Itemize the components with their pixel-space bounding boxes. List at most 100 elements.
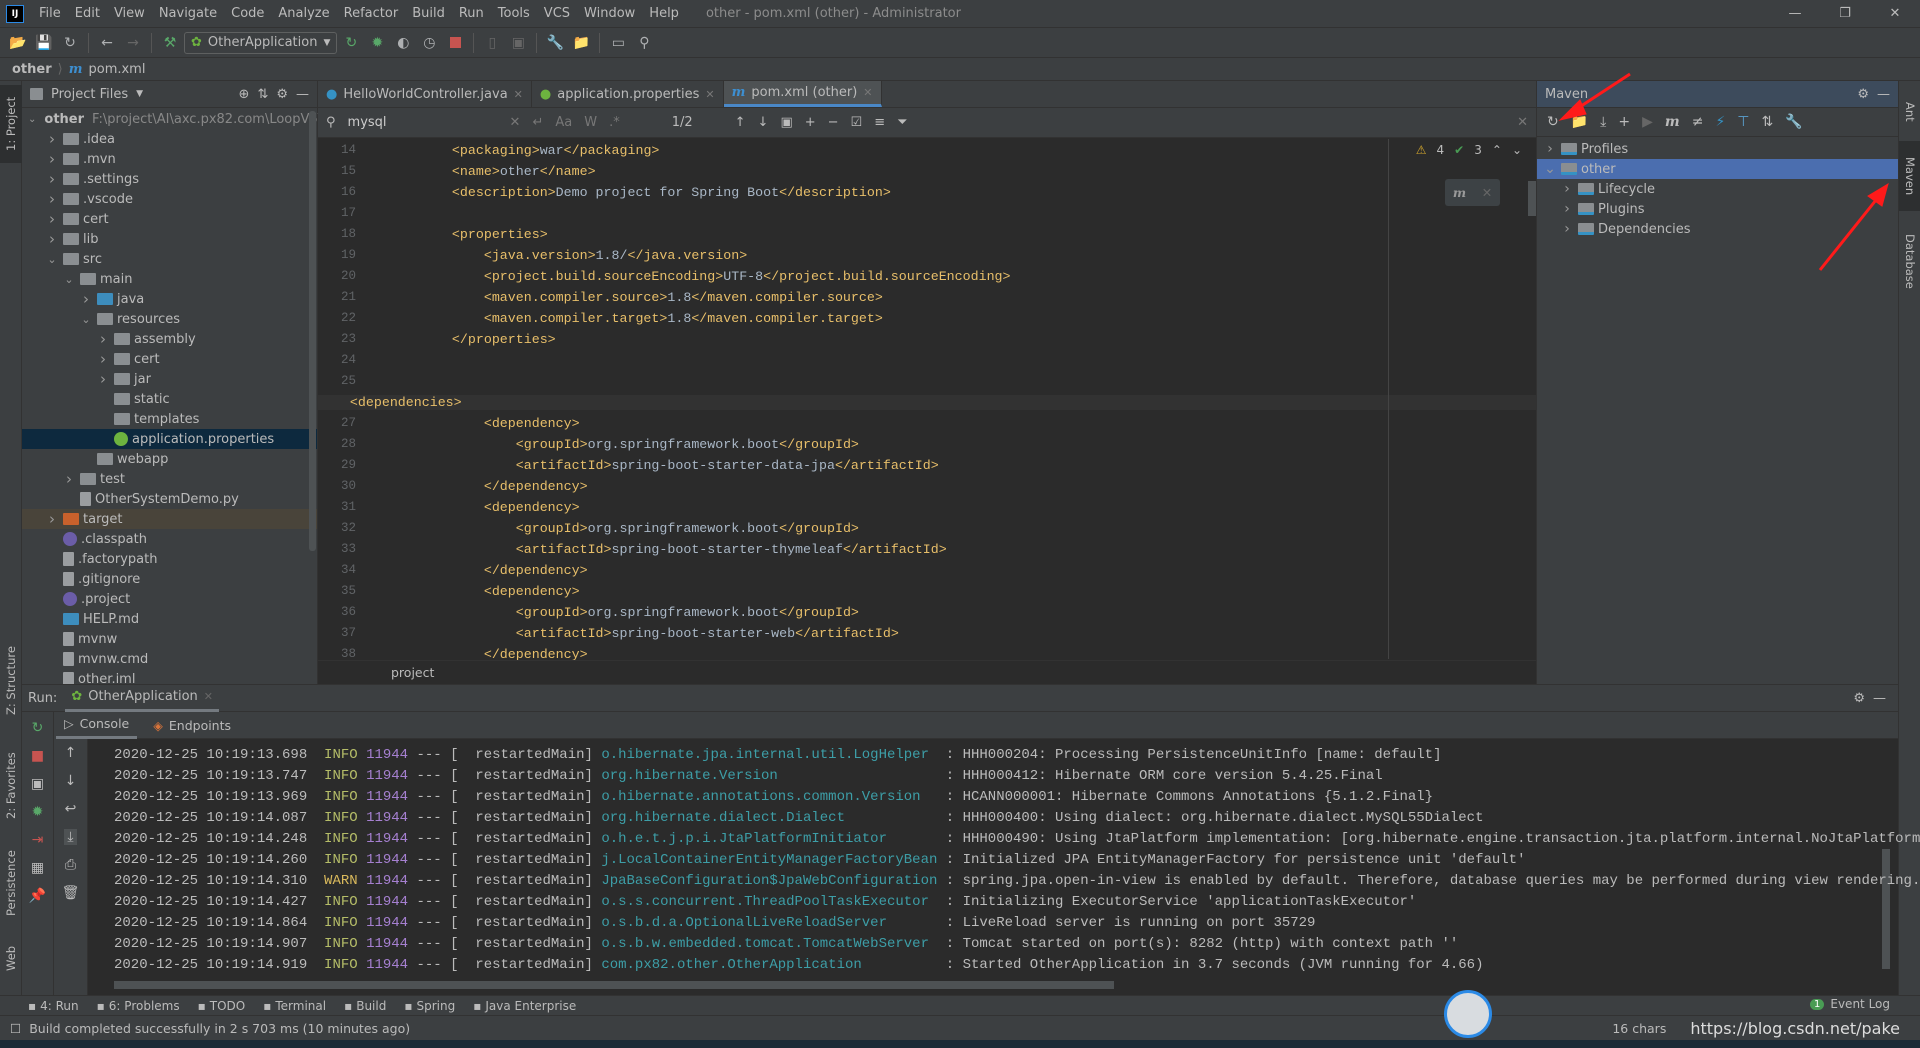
- hide-icon[interactable]: —: [1877, 87, 1890, 102]
- sdk-icon[interactable]: ▣: [506, 32, 530, 54]
- menu-analyze[interactable]: Analyze: [271, 6, 336, 21]
- chevron-right-icon[interactable]: ›: [45, 150, 59, 168]
- coverage-icon[interactable]: ◐: [391, 32, 415, 54]
- tree-item[interactable]: .factorypath: [22, 549, 309, 569]
- chevron-right-icon[interactable]: ›: [79, 290, 93, 308]
- tree-item[interactable]: › lib: [22, 229, 309, 249]
- tree-item[interactable]: mvnw.cmd: [22, 649, 309, 669]
- tree-item[interactable]: ⌄ src: [22, 249, 309, 269]
- skip-tests-icon[interactable]: ≠: [1692, 114, 1704, 130]
- add-icon[interactable]: +: [1618, 114, 1630, 130]
- console-v-scrollbar[interactable]: [1882, 849, 1890, 969]
- code-line[interactable]: <description>Demo project for Spring Boo…: [420, 185, 891, 200]
- scroll-up-icon[interactable]: ↑: [65, 745, 77, 761]
- layout-icon[interactable]: ▦: [31, 860, 44, 876]
- tree-item[interactable]: ⌄ main: [22, 269, 309, 289]
- code-line[interactable]: <dependency>: [420, 584, 580, 599]
- collapse-all-icon[interactable]: ⇅: [257, 87, 268, 102]
- code-line[interactable]: <dependency>: [420, 416, 580, 431]
- show-dependencies-icon[interactable]: ⊤: [1737, 114, 1749, 130]
- tool-tab-project[interactable]: 1: Project: [0, 85, 22, 163]
- chevron-right-icon[interactable]: ›: [1560, 201, 1574, 217]
- breadcrumb-project[interactable]: other: [12, 62, 52, 77]
- tool-button-terminal[interactable]: ▪ Terminal: [263, 999, 326, 1013]
- chevron-right-icon[interactable]: ›: [96, 350, 110, 368]
- tree-item[interactable]: webapp: [22, 449, 309, 469]
- tree-item[interactable]: application.properties: [22, 429, 317, 449]
- menu-help[interactable]: Help: [642, 6, 686, 21]
- tree-item[interactable]: › jar: [22, 369, 309, 389]
- chevron-right-icon[interactable]: ›: [45, 210, 59, 228]
- tool-button--run[interactable]: ▪ 4: Run: [28, 999, 79, 1013]
- chevron-right-icon[interactable]: ›: [1560, 181, 1574, 197]
- tree-item[interactable]: › java: [22, 289, 309, 309]
- hide-icon[interactable]: —: [1873, 691, 1886, 706]
- run-anything-icon[interactable]: ▭: [606, 32, 630, 54]
- build-hammer-icon[interactable]: ⚒: [158, 32, 182, 54]
- offline-icon[interactable]: ⚡: [1715, 114, 1725, 130]
- tree-item[interactable]: › .vscode: [22, 189, 309, 209]
- chevron-down-icon[interactable]: ⌄: [62, 273, 76, 286]
- menu-refactor[interactable]: Refactor: [337, 6, 406, 21]
- code-line[interactable]: <java.version>1.8/</java.version>: [420, 248, 747, 263]
- code-line[interactable]: <artifactId>spring-boot-starter-thymelea…: [420, 542, 947, 557]
- chevron-right-icon[interactable]: ›: [1560, 221, 1574, 237]
- screenshot-icon[interactable]: ▣: [31, 776, 44, 792]
- print-icon[interactable]: ⎙: [65, 857, 76, 873]
- status-toggle-icon[interactable]: ☐: [10, 1021, 21, 1036]
- tree-item[interactable]: .gitignore: [22, 569, 309, 589]
- menu-run[interactable]: Run: [452, 6, 491, 21]
- maven-tree-item[interactable]: › Lifecycle: [1537, 179, 1898, 199]
- stop-icon[interactable]: [443, 32, 467, 54]
- chevron-right-icon[interactable]: ›: [1543, 141, 1557, 157]
- chevron-down-icon[interactable]: ⌄: [45, 253, 59, 266]
- update-app-icon[interactable]: ✹: [32, 804, 44, 820]
- tool-tab-structure[interactable]: Z: Structure: [0, 641, 22, 721]
- code-line[interactable]: <artifactId>spring-boot-starter-web</art…: [420, 626, 899, 641]
- code-line[interactable]: <properties>: [420, 227, 548, 242]
- menu-build[interactable]: Build: [405, 6, 452, 21]
- sync-icon[interactable]: ↻: [58, 32, 82, 54]
- execute-goal-icon[interactable]: m: [1665, 114, 1680, 130]
- maven-tree-item[interactable]: › Profiles: [1537, 139, 1898, 159]
- generate-sources-icon[interactable]: 📁: [1571, 114, 1588, 130]
- code-area[interactable]: 14 <packaging>war</packaging> 15 <name>ot…: [318, 81, 1536, 684]
- debug-icon[interactable]: ✹: [365, 32, 389, 54]
- menu-vcs[interactable]: VCS: [537, 6, 577, 21]
- xml-breadcrumb-item[interactable]: project: [391, 665, 434, 680]
- stop-icon[interactable]: ■: [31, 748, 44, 764]
- event-log-button[interactable]: 1 Event Log: [1810, 997, 1890, 1011]
- close-icon[interactable]: ✕: [1482, 185, 1492, 200]
- code-line[interactable]: <groupId>org.springframework.boot</group…: [420, 521, 859, 536]
- device-icon[interactable]: ▯: [480, 32, 504, 54]
- maven-tree-item[interactable]: › Plugins: [1537, 199, 1898, 219]
- code-line[interactable]: <artifactId>spring-boot-starter-data-jpa…: [420, 458, 939, 473]
- profile-icon[interactable]: ◷: [417, 32, 441, 54]
- editor-scrollbar[interactable]: [1528, 181, 1536, 216]
- code-line[interactable]: <name>other</name>: [420, 164, 596, 179]
- maven-reload-popup[interactable]: m ✕: [1445, 179, 1500, 206]
- menu-window[interactable]: Window: [577, 6, 642, 21]
- chevron-right-icon[interactable]: ›: [45, 170, 59, 188]
- console-h-scrollbar[interactable]: [114, 981, 1114, 989]
- save-icon[interactable]: 💾: [32, 32, 56, 54]
- code-line[interactable]: <groupId>org.springframework.boot</group…: [420, 437, 859, 452]
- code-line[interactable]: <dependency>: [420, 500, 580, 515]
- code-line[interactable]: <maven.compiler.target>1.8</maven.compil…: [420, 311, 883, 326]
- tree-item[interactable]: › cert: [22, 209, 309, 229]
- code-line[interactable]: </dependency>: [420, 479, 588, 494]
- reload-all-icon[interactable]: ↻: [1547, 114, 1559, 130]
- clear-icon[interactable]: 🗑: [62, 885, 80, 901]
- hide-icon[interactable]: —: [296, 87, 309, 102]
- chevron-down-icon[interactable]: ⌄: [1543, 161, 1557, 177]
- soft-wrap-icon[interactable]: ↩: [65, 801, 77, 817]
- minimize-button[interactable]: —: [1770, 0, 1820, 27]
- chevron-up-icon[interactable]: ⌃: [1492, 143, 1502, 157]
- chevron-right-icon[interactable]: ›: [45, 190, 59, 208]
- code-line[interactable]: <maven.compiler.source>1.8</maven.compil…: [420, 290, 883, 305]
- gear-icon[interactable]: ⚙: [1857, 87, 1869, 102]
- chevron-down-icon[interactable]: ⌄: [1512, 143, 1522, 157]
- tree-item[interactable]: › .idea: [22, 129, 309, 149]
- menu-view[interactable]: View: [107, 6, 152, 21]
- back-icon[interactable]: ←: [95, 32, 119, 54]
